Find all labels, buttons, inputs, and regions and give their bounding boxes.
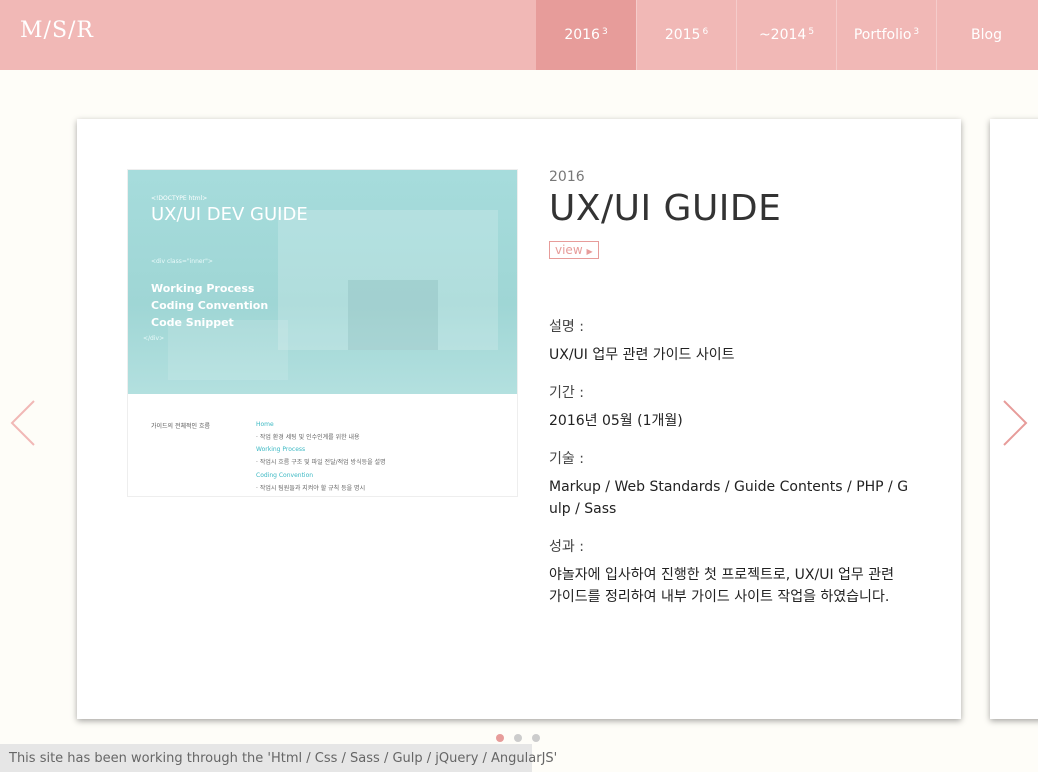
project-year: 2016 — [549, 169, 585, 185]
thumbnail-list-item: · 작업 환경 세팅 및 인수인계를 위한 내용 — [256, 433, 360, 441]
main-nav: 2016 3 2015 6 ~2014 5 Portfolio 3 Blog — [536, 0, 1036, 70]
pagination-dot[interactable] — [532, 734, 540, 742]
thumbnail-list-item: · 작업시 흐름 구조 및 파일 전달/적업 방식등을 설명 — [256, 459, 386, 467]
chevron-left-icon — [10, 400, 35, 446]
field-value-tech: Markup / Web Standards / Guide Contents … — [549, 479, 909, 517]
view-button[interactable]: view ▶ — [549, 241, 599, 259]
nav-item-portfolio[interactable]: Portfolio 3 — [836, 0, 936, 70]
thumbnail-menu: Working Process Coding Convention Code S… — [151, 280, 268, 331]
thumbnail-flow-label: 가이드의 전체적인 흐름 — [151, 423, 211, 430]
project-info: 2016 UX/UI GUIDE view ▶ 설명 : UX/UI 업무 관련… — [549, 169, 909, 608]
nav-item-2016[interactable]: 2016 3 — [536, 0, 636, 70]
nav-item-2014[interactable]: ~2014 5 — [736, 0, 836, 70]
prev-slide-button[interactable] — [8, 398, 38, 448]
thumbnail-menu-item: Coding Convention — [151, 299, 269, 312]
site-header: M/S/R 2016 3 2015 6 ~2014 5 Portfolio 3 Blog — [0, 0, 1038, 70]
thumbnail-hero: <!DOCTYPE html> UX/UI DEV GUIDE <div cla… — [128, 170, 517, 394]
view-button-label: view — [555, 243, 583, 257]
nav-item-blog[interactable]: Blog — [936, 0, 1036, 70]
thumbnail-bg-shape — [348, 280, 438, 350]
nav-item-count: 3 — [913, 27, 920, 37]
field-value-description: UX/UI 업무 관련 가이드 사이트 — [549, 347, 735, 363]
thumbnail-menu-item: Code Snippet — [151, 316, 234, 329]
field-label-result: 성과 : — [549, 539, 584, 555]
project-card: <!DOCTYPE html> UX/UI DEV GUIDE <div cla… — [77, 119, 961, 719]
thumbnail-list-heading: Coding Convention — [256, 471, 314, 479]
site-logo[interactable]: M/S/R — [20, 18, 94, 43]
thumbnail-code-close: </div> — [143, 335, 165, 342]
next-slide-button[interactable] — [1000, 398, 1030, 448]
thumbnail-content: 가이드의 전체적인 흐름 Home · 작업 환경 세팅 및 인수인계를 위한 … — [128, 394, 517, 496]
nav-item-label: 2015 — [664, 27, 701, 43]
project-thumbnail[interactable]: <!DOCTYPE html> UX/UI DEV GUIDE <div cla… — [127, 169, 518, 497]
thumbnail-list-heading: Working Process — [256, 446, 306, 454]
pagination-dot[interactable] — [496, 734, 504, 742]
thumbnail-code-open: <div class="inner"> — [151, 258, 213, 265]
nav-item-label: Blog — [971, 27, 1002, 43]
field-value-result: 야놀자에 입사하여 진행한 첫 프로젝트로, UX/UI 업무 관련 가이드를 … — [549, 567, 895, 605]
nav-item-2015[interactable]: 2015 6 — [636, 0, 736, 70]
nav-item-label: 2016 — [564, 27, 600, 43]
thumbnail-doctype: <!DOCTYPE html> — [151, 195, 208, 202]
slide-pagination — [496, 734, 540, 742]
nav-item-count: 3 — [601, 27, 608, 37]
thumbnail-list-heading: Home — [256, 421, 274, 428]
footer-tech-note: This site has been working through the '… — [0, 744, 557, 772]
thumbnail-menu-item: Working Process — [151, 282, 255, 295]
nav-item-label: ~2014 — [758, 27, 807, 43]
nav-item-count: 5 — [808, 27, 815, 37]
nav-item-label: Portfolio — [853, 27, 912, 43]
field-value-period: 2016년 05월 (1개월) — [549, 413, 683, 429]
field-label-tech: 기술 : — [549, 451, 584, 467]
project-title: UX/UI GUIDE — [549, 188, 782, 229]
play-icon: ▶ — [586, 247, 593, 256]
field-label-period: 기간 : — [549, 385, 584, 401]
chevron-right-icon — [1003, 400, 1028, 446]
thumbnail-title: UX/UI DEV GUIDE — [151, 204, 308, 225]
thumbnail-list-item: · 작업시 팀원들과 지켜야 할 규칙 등을 명시 — [256, 484, 366, 492]
nav-item-count: 6 — [702, 27, 709, 37]
thumbnail-list: Home · 작업 환경 세팅 및 인수인계를 위한 내용 Working Pr… — [256, 419, 386, 495]
field-label-description: 설명 : — [549, 319, 584, 335]
pagination-dot[interactable] — [514, 734, 522, 742]
